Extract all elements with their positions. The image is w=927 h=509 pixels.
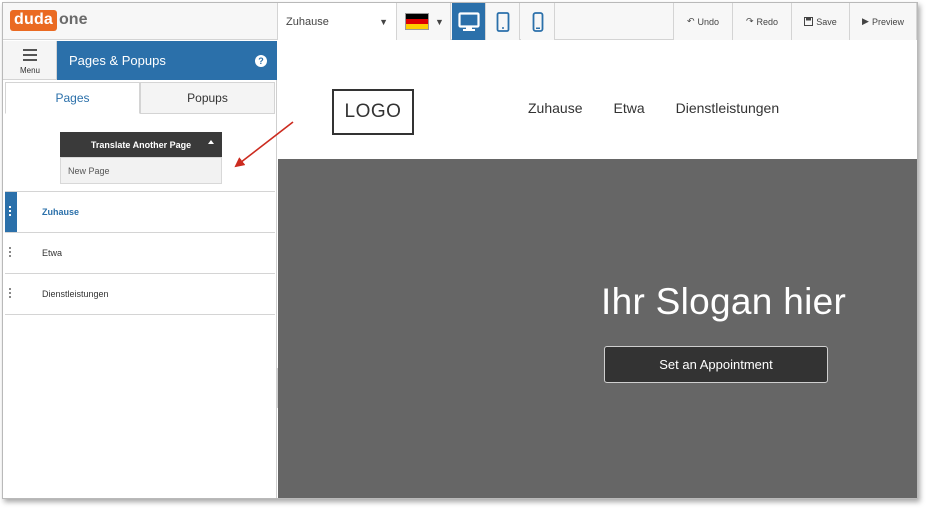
- chevron-up-icon: [208, 140, 214, 144]
- tablet-icon: [496, 11, 509, 32]
- duda-one-logo: duda one: [10, 9, 87, 31]
- mobile-view-button[interactable]: [521, 3, 555, 40]
- translate-another-page-button[interactable]: Translate Another Page: [60, 132, 222, 157]
- save-button[interactable]: Save: [791, 3, 849, 40]
- set-appointment-button[interactable]: Set an Appointment: [604, 346, 828, 383]
- undo-icon: ↶: [686, 16, 695, 26]
- chevron-down-icon: ▼: [435, 16, 444, 27]
- chevron-down-icon: ▼: [379, 17, 388, 27]
- desktop-view-button[interactable]: [452, 3, 486, 40]
- page-item-etwa[interactable]: Etwa: [5, 233, 275, 274]
- tab-pages[interactable]: Pages: [5, 82, 140, 114]
- menu-label: Menu: [19, 66, 40, 75]
- page-list: Zuhause Etwa Dienstleistungen: [5, 191, 275, 315]
- preview-button[interactable]: ▶ Preview: [849, 3, 917, 40]
- hamburger-icon: [23, 49, 37, 64]
- page-select-dropdown[interactable]: Zuhause ▼: [277, 3, 397, 40]
- redo-label: Redo: [756, 16, 779, 27]
- site-nav-item[interactable]: Zuhause: [528, 100, 582, 116]
- redo-button[interactable]: ↷ Redo: [732, 3, 791, 40]
- site-preview: LOGO Zuhause Etwa Dienstleistungen Ihr S…: [278, 41, 917, 498]
- drag-handle-icon[interactable]: [9, 288, 12, 299]
- mobile-icon: [532, 11, 543, 32]
- page-select-value: Zuhause: [286, 15, 329, 28]
- redo-icon: ↷: [745, 16, 754, 26]
- page-item-label: Dienstleistungen: [42, 289, 109, 299]
- site-nav-item[interactable]: Dienstleistungen: [676, 100, 780, 116]
- app-window: duda one Zuhause ▼ ▼ ↶ Undo ↷ Redo Save …: [2, 2, 918, 499]
- page-item-dienstleistungen[interactable]: Dienstleistungen: [5, 274, 275, 315]
- pages-panel: Menu Pages & Popups ? Pages Popups Trans…: [3, 41, 277, 498]
- site-navigation: Zuhause Etwa Dienstleistungen: [528, 100, 810, 116]
- panel-tabs: Pages Popups: [5, 82, 275, 114]
- drag-handle-icon[interactable]: [9, 247, 12, 258]
- translate-button-label: Translate Another Page: [90, 139, 192, 150]
- page-item-label: Zuhause: [42, 207, 80, 217]
- german-flag-icon: [405, 13, 429, 30]
- desktop-icon: [457, 11, 480, 31]
- panel-title: Pages & Popups: [69, 53, 166, 68]
- undo-label: Undo: [697, 16, 720, 27]
- preview-label: Preview: [871, 16, 904, 27]
- tablet-view-button[interactable]: [486, 3, 520, 40]
- tab-popups[interactable]: Popups: [140, 82, 275, 114]
- logo-duda-text: duda: [10, 9, 58, 31]
- save-label: Save: [816, 16, 837, 27]
- site-nav-item[interactable]: Etwa: [613, 100, 644, 116]
- page-item-zuhause[interactable]: Zuhause: [5, 192, 275, 233]
- panel-header: Pages & Popups ?: [57, 41, 277, 80]
- page-item-label: Etwa: [42, 248, 63, 258]
- hero-section: Ihr Slogan hier Set an Appointment: [278, 159, 917, 498]
- new-page-menu-item[interactable]: New Page: [60, 157, 222, 184]
- help-icon[interactable]: ?: [255, 55, 267, 67]
- hero-slogan[interactable]: Ihr Slogan hier: [601, 281, 846, 323]
- undo-button[interactable]: ↶ Undo: [673, 3, 732, 40]
- top-toolbar: duda one Zuhause ▼ ▼ ↶ Undo ↷ Redo Save …: [3, 3, 917, 40]
- logo-one-text: one: [59, 11, 88, 28]
- site-logo[interactable]: LOGO: [332, 89, 414, 135]
- save-icon: [804, 17, 814, 26]
- menu-button[interactable]: Menu: [3, 41, 57, 80]
- language-select-dropdown[interactable]: ▼: [397, 3, 451, 40]
- drag-handle-icon[interactable]: [9, 206, 12, 217]
- play-icon: ▶: [862, 16, 869, 26]
